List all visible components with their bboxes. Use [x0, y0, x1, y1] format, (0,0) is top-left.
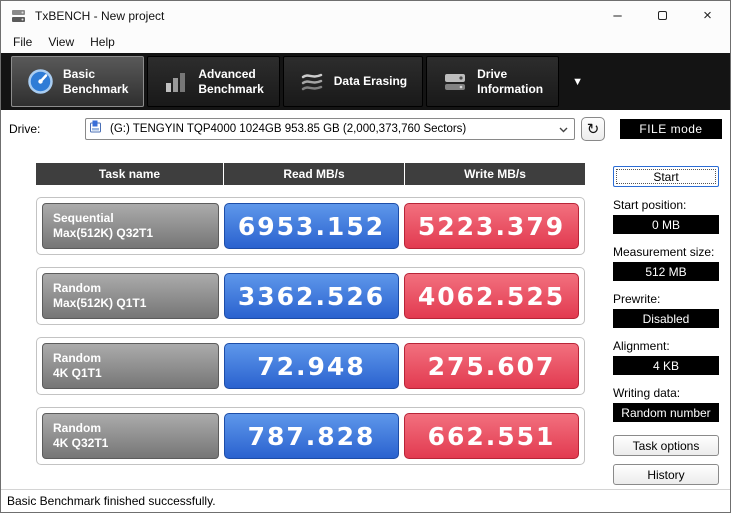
task-label-line: Sequential — [53, 211, 114, 225]
drive-select-value: (G:) TENGYIN TQP4000 1024GB 953.85 GB (2… — [110, 123, 467, 135]
maximize-icon — [658, 11, 667, 20]
drive-icon — [90, 120, 104, 138]
field-label: Start position: — [613, 198, 687, 212]
read-value: 6953.152 — [224, 203, 399, 249]
field-label: Writing data: — [613, 386, 681, 400]
close-button[interactable]: × — [685, 1, 730, 30]
task-label-line: Random — [53, 421, 101, 435]
writing-data-field: Writing data: Random number — [613, 386, 719, 422]
drive-info-icon — [442, 69, 468, 95]
status-bar: Basic Benchmark finished successfully. — [1, 489, 730, 512]
task-button-sequential-q32t1[interactable]: Sequential Max(512K) Q32T1 — [42, 203, 219, 249]
drive-select[interactable]: (G:) TENGYIN TQP4000 1024GB 953.85 GB (2… — [85, 118, 575, 140]
minimize-button[interactable]: – — [595, 1, 640, 30]
tab-label: Advanced Benchmark — [198, 67, 263, 97]
tab-label-line: Drive — [477, 66, 508, 81]
menu-view[interactable]: View — [40, 32, 82, 52]
app-window: TxBENCH - New project – × File View Help — [0, 0, 731, 513]
table-row: Random Max(512K) Q1T1 3362.526 4062.525 — [36, 267, 585, 325]
tab-label-line: Benchmark — [63, 81, 129, 96]
column-header-task: Task name — [36, 163, 223, 185]
toolbar-more-dropdown-icon[interactable]: ▼ — [572, 76, 583, 88]
write-value: 275.607 — [404, 343, 579, 389]
close-icon: × — [703, 7, 712, 24]
field-value: Disabled — [613, 309, 719, 328]
table-row: Random 4K Q32T1 787.828 662.551 — [36, 407, 585, 465]
settings-sidebar: Start Start position: 0 MB Measurement s… — [613, 166, 719, 489]
field-value: 0 MB — [613, 215, 719, 234]
field-label: Prewrite: — [613, 292, 661, 306]
task-options-button[interactable]: Task options — [613, 435, 719, 456]
field-value: Random number — [613, 403, 719, 422]
minimize-icon: – — [613, 7, 622, 24]
title-bar: TxBENCH - New project – × — [1, 1, 730, 30]
menu-help[interactable]: Help — [82, 32, 123, 52]
window-controls: – × — [595, 1, 730, 30]
column-header-read: Read MB/s — [224, 163, 404, 185]
tab-label: Drive Information — [477, 67, 543, 97]
task-label-line: 4K Q1T1 — [53, 366, 102, 380]
prewrite-field: Prewrite: Disabled — [613, 292, 719, 328]
task-label-line: 4K Q32T1 — [53, 436, 109, 450]
status-text: Basic Benchmark finished successfully. — [7, 494, 216, 508]
table-header-row: Task name Read MB/s Write MB/s — [36, 163, 585, 185]
chevron-down-icon — [559, 120, 568, 138]
tab-label-line: Data Erasing — [333, 74, 408, 88]
tab-label: Basic Benchmark — [63, 67, 128, 97]
column-header-write: Write MB/s — [405, 163, 585, 185]
tab-label: Data Erasing — [334, 74, 407, 89]
table-row: Sequential Max(512K) Q32T1 6953.152 5223… — [36, 197, 585, 255]
tab-label-line: Benchmark — [198, 81, 264, 96]
start-position-field: Start position: 0 MB — [613, 198, 719, 234]
app-icon — [11, 8, 27, 24]
write-value: 662.551 — [404, 413, 579, 459]
toolbar: Basic Benchmark Advanced Benchmark Data … — [1, 53, 730, 110]
bar-chart-icon — [163, 69, 189, 95]
speedometer-icon — [27, 68, 54, 95]
file-mode-badge: FILE mode — [620, 119, 722, 139]
table-row: Random 4K Q1T1 72.948 275.607 — [36, 337, 585, 395]
task-label-line: Max(512K) Q32T1 — [53, 226, 154, 240]
field-value: 4 KB — [613, 356, 719, 375]
refresh-drives-button[interactable]: ↻ — [581, 117, 605, 141]
task-label-line: Max(512K) Q1T1 — [53, 296, 147, 310]
write-value: 4062.525 — [404, 273, 579, 319]
field-label: Alignment: — [613, 339, 670, 353]
task-label-line: Random — [53, 351, 101, 365]
read-value: 3362.526 — [224, 273, 399, 319]
menu-bar: File View Help — [1, 30, 730, 53]
history-button[interactable]: History — [613, 464, 719, 485]
tab-label-line: Advanced — [198, 66, 256, 81]
measurement-size-field: Measurement size: 512 MB — [613, 245, 719, 281]
tab-label-line: Information — [477, 81, 544, 96]
refresh-icon: ↻ — [586, 121, 600, 138]
task-label-line: Random — [53, 281, 101, 295]
drive-label: Drive: — [9, 122, 41, 136]
tab-label-line: Basic — [63, 66, 96, 81]
read-value: 72.948 — [224, 343, 399, 389]
start-button[interactable]: Start — [613, 166, 719, 187]
tab-drive-information[interactable]: Drive Information — [426, 56, 560, 107]
write-value: 5223.379 — [404, 203, 579, 249]
menu-file[interactable]: File — [5, 32, 40, 52]
main-area: Task name Read MB/s Write MB/s Sequentia… — [1, 148, 730, 489]
erase-waves-icon — [299, 69, 325, 95]
alignment-field: Alignment: 4 KB — [613, 339, 719, 375]
window-title: TxBENCH - New project — [35, 8, 165, 23]
tab-basic-benchmark[interactable]: Basic Benchmark — [11, 56, 145, 107]
task-button-random-q1t1[interactable]: Random Max(512K) Q1T1 — [42, 273, 219, 319]
task-button-random-4k-q32t1[interactable]: Random 4K Q32T1 — [42, 413, 219, 459]
task-button-random-4k-q1t1[interactable]: Random 4K Q1T1 — [42, 343, 219, 389]
benchmark-table: Task name Read MB/s Write MB/s Sequentia… — [36, 163, 585, 489]
field-label: Measurement size: — [613, 245, 715, 259]
maximize-button[interactable] — [640, 1, 685, 30]
drive-row: Drive: (G:) TENGYIN TQP4000 1024GB 953.8… — [1, 110, 730, 148]
tab-advanced-benchmark[interactable]: Advanced Benchmark — [147, 56, 280, 107]
read-value: 787.828 — [224, 413, 399, 459]
field-value: 512 MB — [613, 262, 719, 281]
tab-data-erasing[interactable]: Data Erasing — [282, 56, 424, 107]
